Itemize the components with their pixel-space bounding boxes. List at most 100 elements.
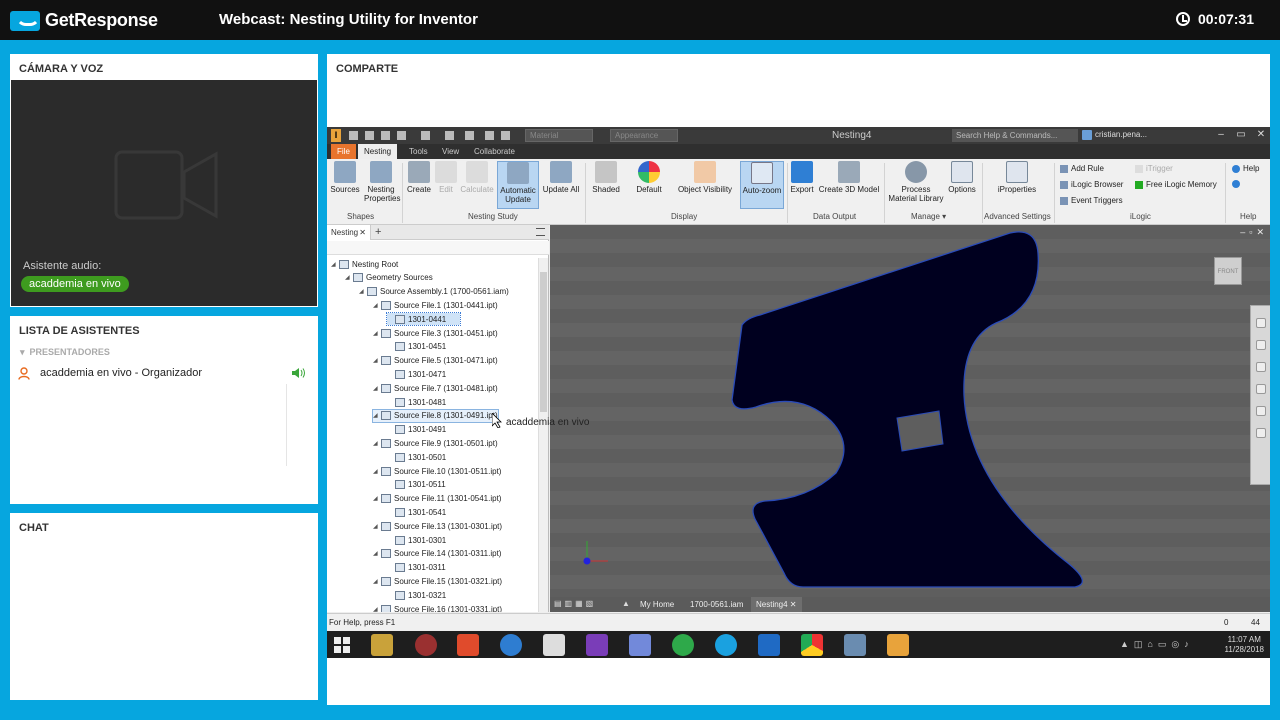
material-icon[interactable]: [501, 131, 510, 140]
tab-collaborate[interactable]: Collaborate: [468, 144, 521, 159]
graphics-viewport[interactable]: –▫✕ FRONT: [550, 225, 1270, 612]
inventor-logo-icon[interactable]: I: [331, 129, 341, 142]
create-button[interactable]: Create: [406, 161, 432, 194]
tree-node-item[interactable]: ◢ Source File.15 (1301-0321.ipt): [373, 575, 502, 587]
auto-zoom-button[interactable]: Auto-zoom: [740, 161, 784, 209]
tab-view[interactable]: View: [436, 144, 465, 159]
expand-toggle-icon[interactable]: ◢: [373, 495, 381, 502]
viewport-window-controls[interactable]: –▫✕: [1240, 227, 1268, 238]
viewcube[interactable]: FRONT: [1214, 257, 1242, 285]
tile-layout-icons[interactable]: ▤▥▦▧: [554, 599, 596, 608]
open-icon[interactable]: [365, 131, 374, 140]
expand-toggle-icon[interactable]: ◢: [373, 302, 381, 309]
close-button[interactable]: ✕: [1255, 129, 1267, 141]
inventor-taskbar-icon[interactable]: [887, 634, 909, 656]
navigation-bar[interactable]: [1250, 305, 1270, 485]
tree-node-item[interactable]: ◢ Source File.3 (1301-0451.ipt): [373, 327, 498, 339]
taskbar-clock[interactable]: 11:07 AM 11/28/2018: [1225, 635, 1264, 655]
create-3d-model-button[interactable]: Create 3D Model: [818, 161, 880, 194]
nesting-part-shape[interactable]: [550, 225, 1270, 612]
expand-toggle-icon[interactable]: ◢: [373, 440, 381, 447]
windows-start-icon[interactable]: [334, 637, 350, 653]
app-icon[interactable]: [457, 634, 479, 656]
tree-node-item[interactable]: ◢ Source File.10 (1301-0511.ipt): [373, 465, 501, 477]
expand-toggle-icon[interactable]: ◢: [373, 330, 381, 337]
expand-toggle-icon[interactable]: ◢: [373, 357, 381, 364]
sources-button[interactable]: Sources: [330, 161, 360, 194]
tree-node-item[interactable]: ◢ Source File.16 (1301-0331.ipt): [373, 603, 502, 612]
help-button[interactable]: Help: [1232, 164, 1259, 173]
tree-leaf-item[interactable]: 1301-0481: [387, 396, 446, 408]
whatsapp-icon[interactable]: [672, 634, 694, 656]
expand-toggle-icon[interactable]: ◢: [373, 606, 381, 613]
browser-scrollbar[interactable]: [538, 258, 548, 612]
expand-toggle-icon[interactable]: ◢: [331, 261, 339, 268]
group-label-manage[interactable]: Manage ▾: [911, 212, 946, 221]
tree-leaf-item[interactable]: 1301-0491: [387, 424, 446, 436]
expand-toggle-icon[interactable]: ◢: [373, 550, 381, 557]
visual-studio-icon[interactable]: [586, 634, 608, 656]
chrome-icon[interactable]: [801, 634, 823, 656]
tree-node-item[interactable]: ◢ Source File.7 (1301-0481.ipt): [373, 382, 498, 394]
maximize-button[interactable]: ▭: [1235, 129, 1247, 141]
edit-button[interactable]: Edit: [434, 161, 458, 194]
expand-toggle-icon[interactable]: ◢: [373, 523, 381, 530]
options-button[interactable]: Options: [946, 161, 978, 194]
tree-leaf-item[interactable]: 1301-0301: [387, 534, 446, 546]
calculate-button[interactable]: Calculate: [460, 161, 494, 194]
tree-leaf-item[interactable]: 1301-0541: [387, 506, 446, 518]
tree-leaf-item[interactable]: 1301-0501: [387, 451, 446, 463]
browser-tab-nesting[interactable]: Nesting ✕: [327, 225, 371, 240]
chat-app-icon[interactable]: [844, 634, 866, 656]
free-ilogic-memory-button[interactable]: Free iLogic Memory: [1135, 180, 1217, 189]
help-search-input[interactable]: Search Help & Commands...: [952, 129, 1078, 142]
iproperties-button[interactable]: iProperties: [995, 161, 1039, 194]
presenters-group-header[interactable]: ▾ PRESENTADORES: [20, 347, 110, 358]
event-triggers-button[interactable]: Event Triggers: [1060, 196, 1123, 205]
expand-toggle-icon[interactable]: ◢: [373, 412, 381, 419]
redo-icon[interactable]: [421, 131, 430, 140]
orbit-icon[interactable]: [1255, 384, 1266, 394]
skype-icon[interactable]: [715, 634, 737, 656]
close-tab-icon[interactable]: ✕: [359, 225, 366, 240]
tree-node-item[interactable]: ◢ Source File.11 (1301-0541.ipt): [373, 493, 501, 505]
menu-icon[interactable]: [536, 228, 545, 236]
tree-node-item[interactable]: ◢ Nesting Root: [331, 258, 398, 270]
expand-toggle-icon[interactable]: ◢: [359, 288, 367, 295]
appearance-dropdown[interactable]: Appearance: [610, 129, 678, 142]
doc-tab-my-home[interactable]: My Home: [635, 597, 679, 612]
tree-leaf-item[interactable]: 1301-0311: [387, 562, 446, 574]
system-tray-icons[interactable]: ▲◫⌂▭◎♪: [1120, 639, 1194, 650]
add-tab-icon[interactable]: +: [375, 225, 381, 239]
tab-file[interactable]: File: [331, 144, 356, 159]
expand-toggle-icon[interactable]: ◢: [345, 274, 353, 281]
discord-icon[interactable]: [629, 634, 651, 656]
tab-nesting[interactable]: Nesting: [358, 144, 398, 159]
nesting-properties-button[interactable]: Nesting Properties: [364, 161, 400, 203]
zoom-icon[interactable]: [1255, 362, 1266, 372]
tree-leaf-item[interactable]: 1301-0511: [387, 479, 446, 491]
expand-toggle-icon[interactable]: ◢: [373, 578, 381, 585]
tab-list-icon[interactable]: ▲: [622, 599, 630, 608]
doc-tab-nesting4[interactable]: Nesting4 ✕: [751, 597, 802, 612]
tree-node-item[interactable]: ◢ Source File.8 (1301-0491.ipt): [372, 408, 499, 423]
material-dropdown[interactable]: Material: [525, 129, 593, 142]
doc-tab-assembly[interactable]: 1700-0561.iam: [685, 597, 748, 612]
tree-leaf-item[interactable]: 1301-0321: [387, 589, 446, 601]
expand-toggle-icon[interactable]: ◢: [373, 468, 381, 475]
app-icon[interactable]: [500, 634, 522, 656]
browser-search-bar[interactable]: [327, 241, 549, 255]
new-icon[interactable]: [349, 131, 358, 140]
tab-tools[interactable]: Tools: [403, 144, 434, 159]
object-visibility-button[interactable]: Object Visibility: [675, 161, 735, 194]
export-button[interactable]: Export: [790, 161, 814, 194]
minimize-button[interactable]: –: [1215, 129, 1227, 141]
tree-node-item[interactable]: ◢ Source File.9 (1301-0501.ipt): [373, 437, 498, 449]
user-name[interactable]: cristian.pena...: [1095, 130, 1147, 139]
process-material-library-button[interactable]: Process Material Library: [887, 161, 945, 203]
tree-leaf-item[interactable]: 1301-0471: [387, 368, 446, 380]
tree-leaf-item[interactable]: 1301-0441: [385, 312, 462, 327]
outlook-icon[interactable]: [758, 634, 780, 656]
file-explorer-icon[interactable]: [371, 634, 393, 656]
tree-node-item[interactable]: ◢ Source File.14 (1301-0311.ipt): [373, 548, 501, 560]
